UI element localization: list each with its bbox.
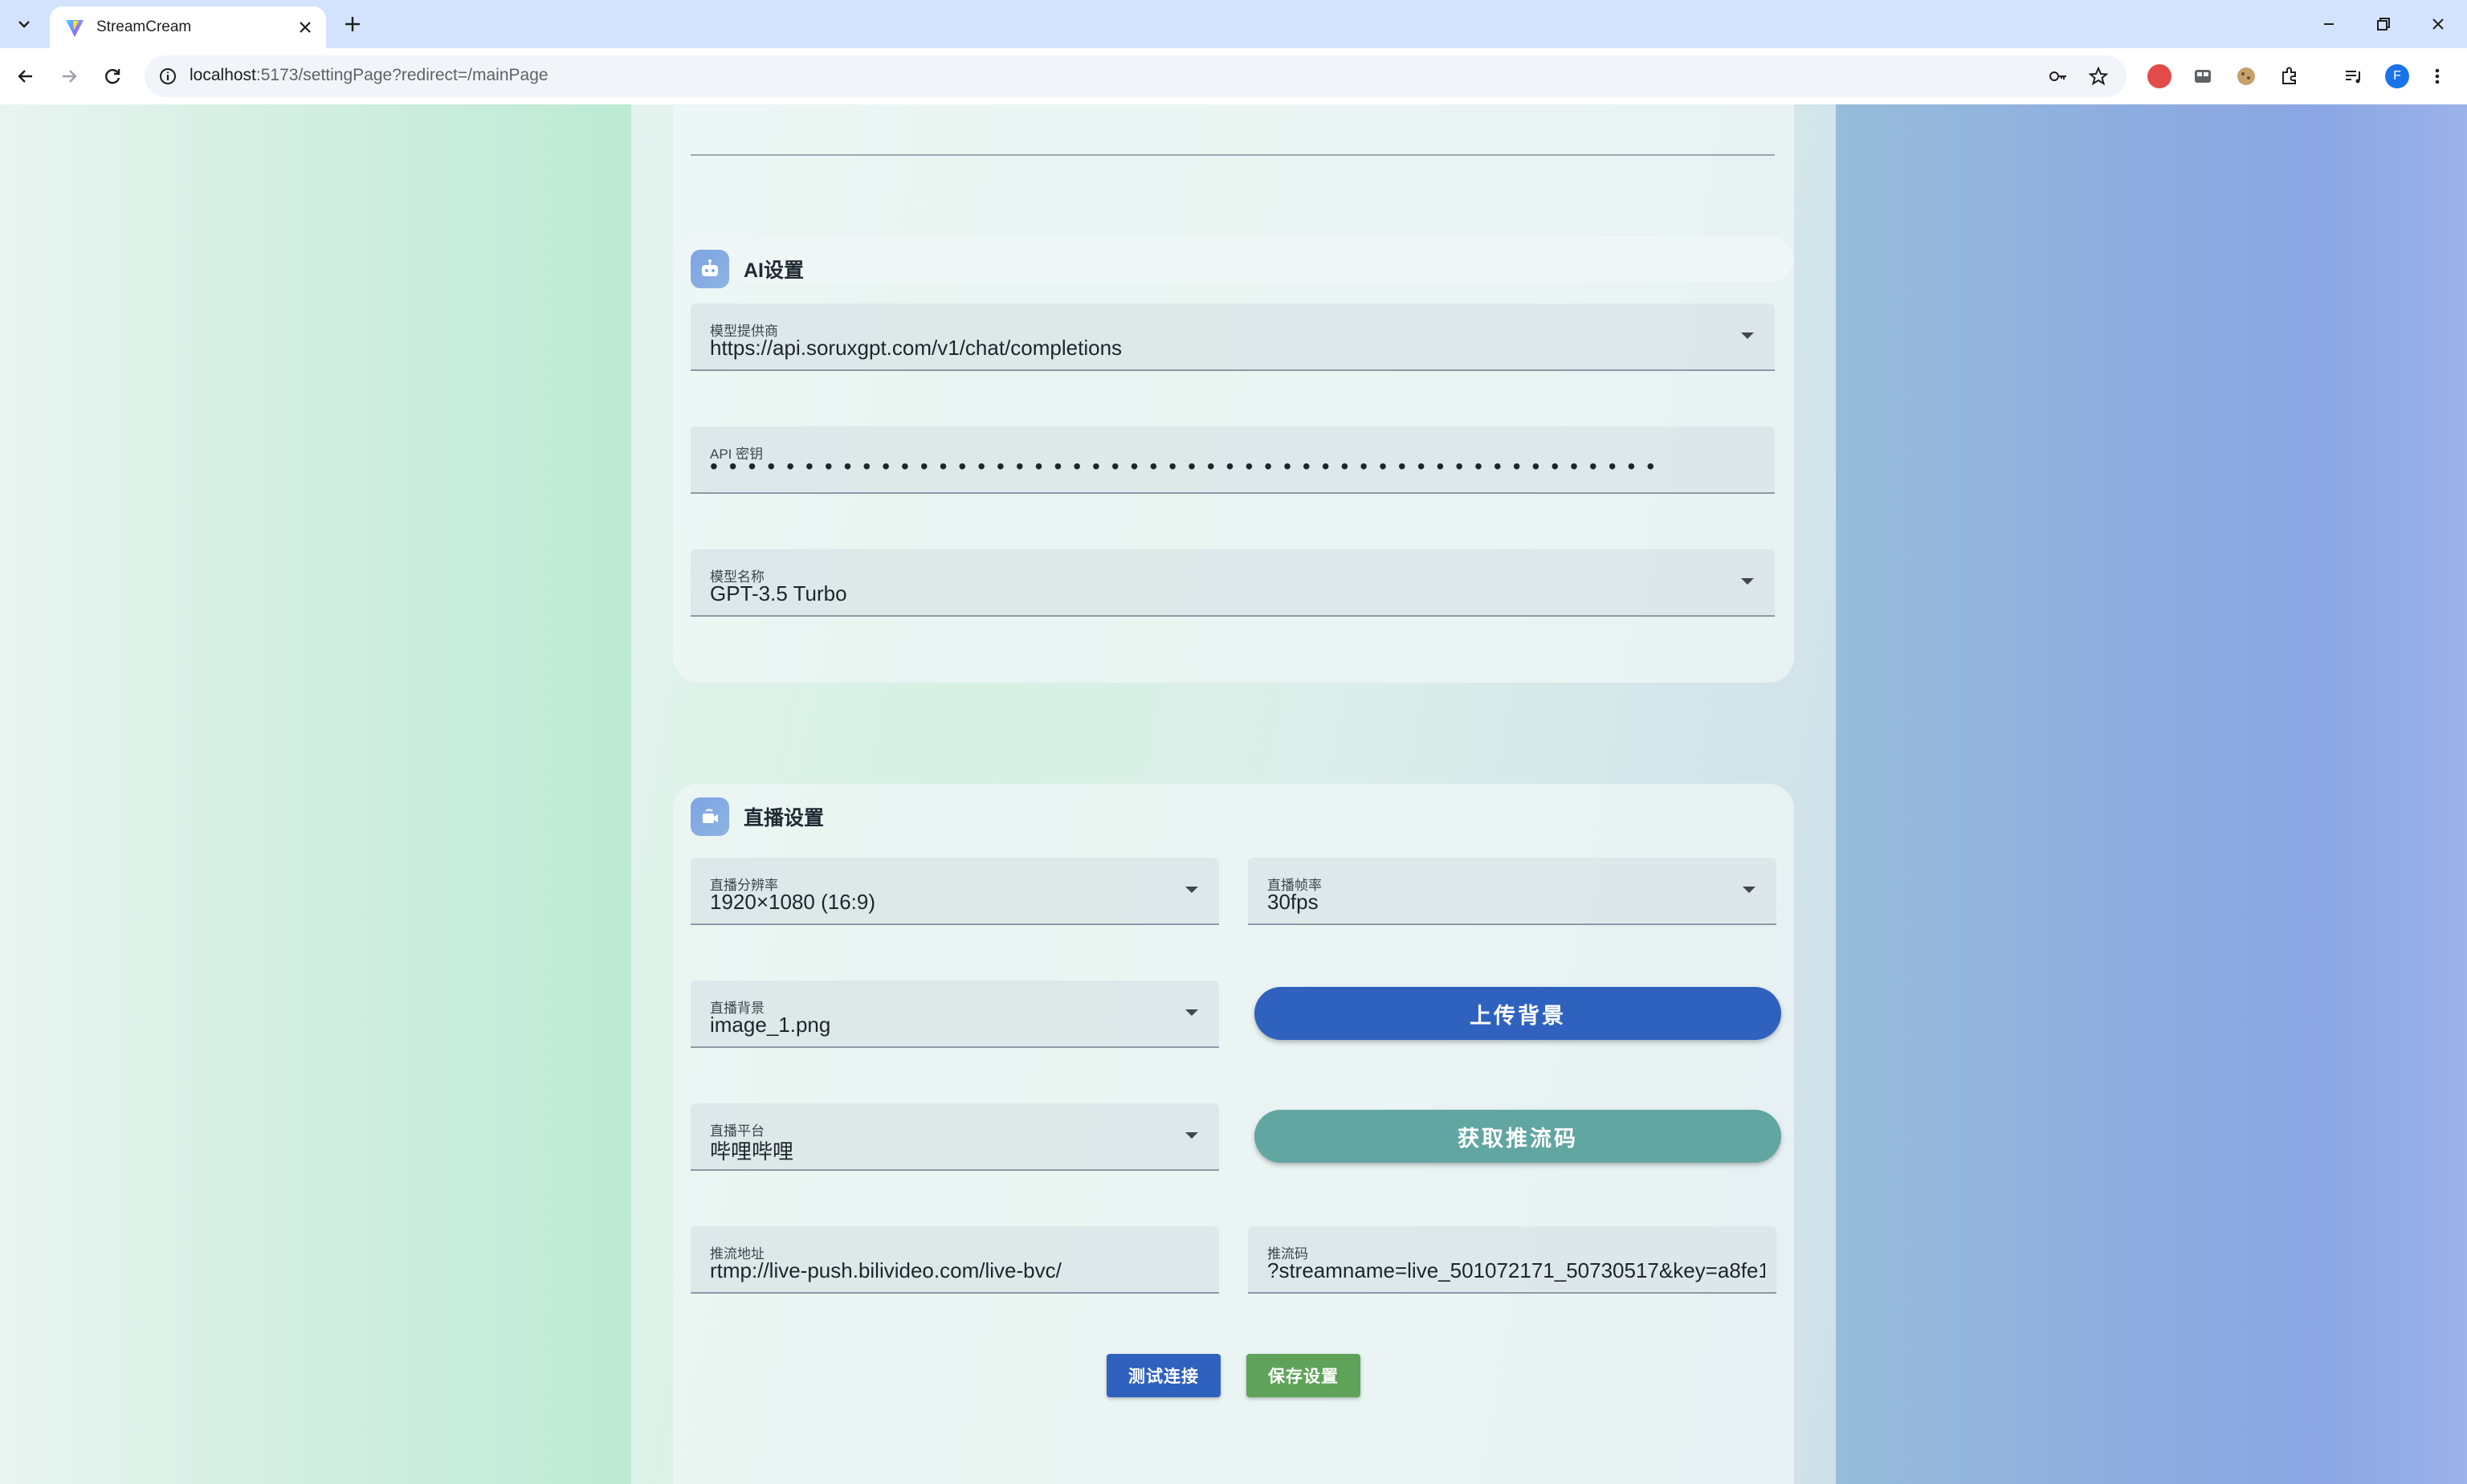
extension-youdao-icon[interactable] [2147,64,2171,88]
ai-settings-header: AI设置 [691,249,804,289]
video-camera-icon [691,797,729,836]
window-close-icon[interactable] [2425,11,2451,37]
background-value: image_1.png [710,1013,831,1037]
dropdown-arrow-icon [1185,1132,1198,1139]
arrow-right-icon [63,70,77,83]
password-key-icon[interactable] [2048,66,2069,87]
live-settings-title: 直播设置 [744,807,825,830]
ai-settings-title: AI设置 [744,259,805,282]
left-background [0,104,631,1484]
live-settings-header: 直播设置 [691,797,824,837]
platform-select[interactable]: 直播平台 哔哩哔哩 [691,1103,1219,1171]
restore-icon[interactable] [2371,11,2396,37]
model-value: GPT-3.5 Turbo [710,581,847,605]
bookmark-star-icon[interactable] [2088,66,2109,87]
new-tab-icon[interactable] [340,12,365,36]
extension-reader-icon[interactable] [2191,64,2215,88]
tab-search-button[interactable] [8,8,40,40]
url-path: :5173/settingPage?redirect=/mainPage [255,66,548,84]
arrow-left-icon [18,70,32,83]
push-url-value: rtmp://live-push.bilivideo.com/live-bvc/ [710,1258,1062,1282]
robot-icon [691,250,729,288]
back-button[interactable] [11,62,40,91]
api-key-value: ••••••••••••••••••••••••••••••••••••••••… [710,454,1666,479]
browser-toolbar: localhost:5173/settingPage?redirect=/mai… [0,48,2467,104]
dropdown-arrow-icon [1185,887,1198,893]
background-select[interactable]: 直播背景 image_1.png [691,980,1219,1048]
upload-background-button[interactable]: 上传背景 [1254,987,1781,1040]
get-stream-key-button[interactable]: 获取推流码 [1254,1110,1781,1163]
dropdown-arrow-icon [1743,887,1755,893]
framerate-value: 30fps [1267,890,1319,914]
field-underline [691,154,1775,156]
stream-key-value: ?streamname=live_501072171_50730517&key=… [1267,1258,1765,1282]
url-text: localhost:5173/settingPage?redirect=/mai… [190,66,548,85]
reload-button[interactable] [98,62,127,91]
chevron-down-icon [18,21,30,28]
push-url-input[interactable]: 推流地址 rtmp://live-push.bilivideo.com/live… [691,1226,1219,1294]
dropdown-arrow-icon [1185,1009,1198,1016]
page-viewport[interactable]: AI设置 模型提供商 https://api.soruxgpt.com/v1/c… [0,104,2467,1484]
profile-avatar[interactable]: F [2385,64,2409,88]
model-select[interactable]: 模型名称 GPT-3.5 Turbo [691,549,1775,617]
platform-value: 哔哩哔哩 [710,1140,794,1164]
reload-icon [105,69,120,84]
ai-settings-card: AI设置 模型提供商 https://api.soruxgpt.com/v1/c… [673,236,1794,683]
extensions-puzzle-icon[interactable] [2277,64,2302,88]
site-info-icon[interactable] [157,66,178,87]
dropdown-arrow-icon [1741,332,1754,339]
right-background [1836,104,2467,1484]
framerate-select[interactable]: 直播帧率 30fps [1248,858,1776,925]
save-settings-button[interactable]: 保存设置 [1246,1354,1360,1397]
address-bar[interactable]: localhost:5173/settingPage?redirect=/mai… [145,55,2127,97]
api-key-input[interactable]: API 密钥 •••••••••••••••••••••••••••••••••… [691,426,1775,494]
forward-button[interactable] [55,62,84,91]
dropdown-arrow-icon [1741,578,1754,585]
kebab-menu-icon[interactable] [2425,64,2449,88]
resolution-select[interactable]: 直播分辨率 1920×1080 (16:9) [691,858,1219,925]
provider-select[interactable]: 模型提供商 https://api.soruxgpt.com/v1/chat/c… [691,304,1775,371]
test-connection-button[interactable]: 测试连接 [1107,1354,1221,1397]
url-host: localhost [190,66,256,84]
provider-value: https://api.soruxgpt.com/v1/chat/complet… [710,336,1123,360]
minimize-icon[interactable] [2316,11,2342,37]
extension-cookie-icon[interactable] [2234,64,2258,88]
vite-logo-icon [66,20,84,37]
media-controls-icon[interactable] [2342,64,2366,88]
close-icon[interactable] [296,18,315,37]
browser-tab-bar: StreamCream [0,0,2467,48]
stream-key-input[interactable]: 推流码 ?streamname=live_501072171_50730517&… [1248,1226,1776,1294]
browser-tab[interactable]: StreamCream [50,6,326,48]
resolution-value: 1920×1080 (16:9) [710,890,876,914]
tab-title: StreamCream [96,18,192,35]
